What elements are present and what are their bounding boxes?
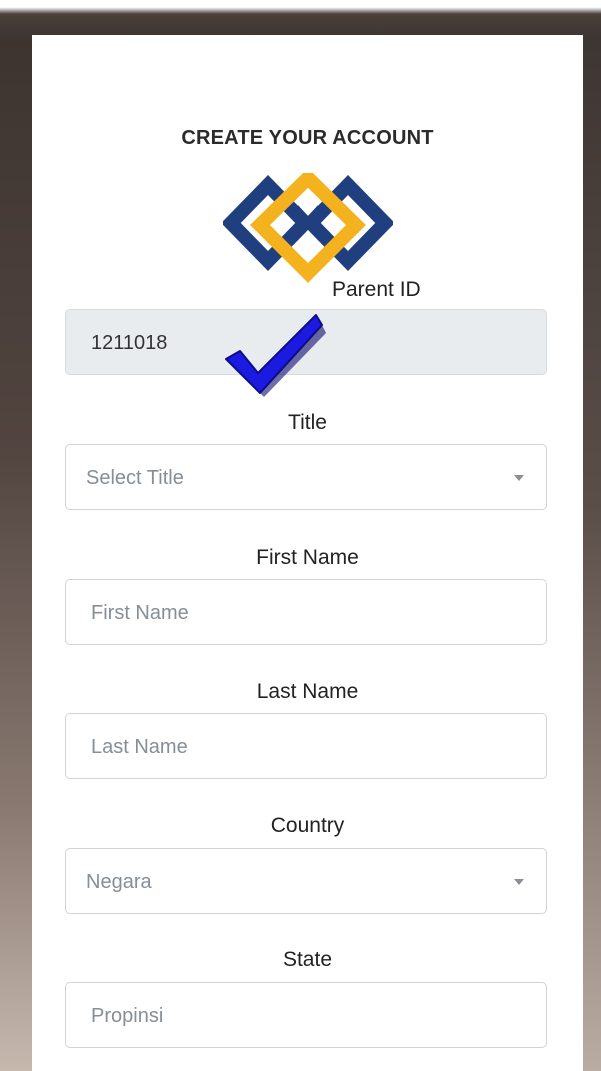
background-right <box>583 40 601 1071</box>
background-left <box>0 40 32 1071</box>
country-label: Country <box>270 814 345 837</box>
title-label: Title <box>288 411 327 434</box>
last-name-input[interactable]: Last Name <box>65 713 547 779</box>
country-placeholder: Negara <box>86 871 152 893</box>
first-name-placeholder: First Name <box>91 602 189 624</box>
parent-id-label: Parent ID <box>332 278 421 301</box>
background-top <box>0 0 601 40</box>
blue-checkmark-icon <box>225 314 326 397</box>
page-title: CREATE YOUR ACCOUNT <box>181 127 434 149</box>
title-placeholder: Select Title <box>86 467 184 489</box>
country-select[interactable]: Negara <box>65 848 547 914</box>
first-name-input[interactable]: First Name <box>65 579 547 645</box>
signup-card: CREATE YOUR ACCOUNT Parent ID 1211018 Ti… <box>32 35 583 1071</box>
state-placeholder: Propinsi <box>91 1005 164 1027</box>
first-name-label: First Name <box>256 546 359 569</box>
last-name-label: Last Name <box>256 680 359 703</box>
chevron-down-icon <box>514 475 524 481</box>
last-name-placeholder: Last Name <box>91 736 188 758</box>
state-label: State <box>282 948 333 971</box>
title-select[interactable]: Select Title <box>65 444 547 510</box>
state-input[interactable]: Propinsi <box>65 982 547 1048</box>
interlocking-diamonds-logo <box>223 173 393 283</box>
chevron-down-icon <box>514 879 524 885</box>
parent-id-value: 1211018 <box>91 332 168 354</box>
